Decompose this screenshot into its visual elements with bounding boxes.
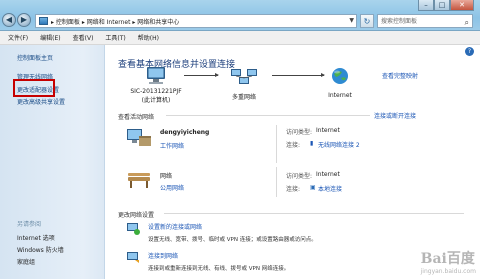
view-full-map-link[interactable]: 查看完整映射: [382, 71, 418, 80]
network-type-2-link[interactable]: 公用网络: [160, 183, 184, 192]
globe-icon: [332, 68, 348, 84]
computer-icon: [147, 67, 165, 84]
chevron-down-icon[interactable]: ▼: [349, 17, 354, 24]
search-placeholder: 搜索控制面板: [381, 18, 418, 25]
address-bar[interactable]: ▸ 控制面板 ▸ 网络和 Internet ▸ 网络和共享中心 ▼: [35, 14, 357, 28]
sidebar-item-advanced-sharing[interactable]: 更改高级共享设置: [17, 97, 65, 106]
connect-to-network-link[interactable]: 连接到网络: [148, 251, 178, 260]
connection-link-2[interactable]: 本地连接: [318, 184, 342, 193]
maximize-button[interactable]: □: [434, 0, 450, 11]
watermark-brand: Bai百度: [420, 251, 475, 267]
wifi-signal-icon: ▮: [310, 140, 314, 147]
highlight-box: [13, 79, 55, 97]
access-type-value-2: Internet: [316, 171, 340, 178]
network-name: 多重网络: [231, 94, 256, 101]
change-settings-heading: 更改网络设置: [118, 212, 155, 219]
minimize-button[interactable]: –: [418, 0, 434, 11]
public-network-icon[interactable]: [126, 169, 152, 191]
setup-connection-desc: 设置无线、宽带、拨号、临时或 VPN 连接；或设置路由器或访问点。: [148, 237, 317, 243]
window-controls: – □ ✕: [418, 0, 474, 11]
menu-help[interactable]: 帮助(H): [138, 33, 159, 42]
connection-link-1[interactable]: 无线网络连接 2: [318, 140, 360, 149]
watermark-url: jingyan.baidu.com: [420, 268, 476, 275]
help-icon[interactable]: ?: [465, 47, 474, 56]
back-button[interactable]: ◀: [2, 13, 16, 27]
see-also-heading: 另请参阅: [17, 221, 42, 228]
title-bar: – □ ✕ ◀ ▶ ▸ 控制面板 ▸ 网络和 Internet ▸ 网络和共享中…: [0, 0, 480, 31]
network-type-1-link[interactable]: 工作网络: [160, 141, 184, 150]
new-connection-icon: [127, 223, 140, 235]
see-also-internet-options[interactable]: Internet 选项: [17, 233, 55, 242]
active-networks-heading: 查看活动网络: [118, 114, 155, 121]
network-sharing-center-window: – □ ✕ ◀ ▶ ▸ 控制面板 ▸ 网络和 Internet ▸ 网络和共享中…: [0, 0, 480, 279]
menu-file[interactable]: 文件(F): [8, 33, 28, 42]
baidu-watermark: Bai百度 jingyan.baidu.com: [421, 248, 476, 275]
menu-view[interactable]: 查看(V): [73, 33, 94, 42]
sidebar: 控制面板主页 管理无线网络 更改适配器设置 更改高级共享设置 另请参阅 Inte…: [0, 45, 105, 279]
network-name-2: 网络: [160, 173, 173, 180]
work-network-icon[interactable]: [126, 127, 152, 149]
sidebar-item-home[interactable]: 控制面板主页: [17, 53, 53, 62]
divider: [164, 213, 464, 214]
see-also-firewall[interactable]: Windows 防火墙: [17, 245, 64, 254]
connection-label-1: 连接:: [286, 142, 301, 149]
access-type-label-1: 访问类型:: [286, 129, 313, 136]
computer-name: SIC-20131221PJF: [130, 88, 182, 95]
connection-label-2: 连接:: [286, 186, 301, 193]
ethernet-icon: ▣: [310, 184, 316, 191]
close-button[interactable]: ✕: [450, 0, 474, 11]
multiple-networks-icon: [231, 69, 257, 84]
address-path: ▸ 控制面板 ▸ 网络和 Internet ▸ 网络和共享中心: [51, 18, 180, 26]
network-node: 多重网络: [218, 66, 270, 101]
access-type-value-1: Internet: [316, 127, 340, 134]
computer-node: SIC-20131221PJF (此计算机): [116, 66, 196, 104]
main-panel: ? 查看基本网络信息并设置连接 查看完整映射 SIC-20131221PJF (…: [106, 45, 480, 279]
internet-node: Internet: [320, 66, 360, 99]
menu-edit[interactable]: 编辑(E): [40, 33, 60, 42]
menu-tools[interactable]: 工具(T): [105, 33, 125, 42]
setup-connection-link[interactable]: 设置新的连接或网络: [148, 222, 202, 231]
search-input[interactable]: 搜索控制面板 ⌕: [377, 14, 473, 28]
see-also-homegroup[interactable]: 家庭组: [17, 257, 35, 266]
connect-disconnect-link[interactable]: 连接或断开连接: [374, 111, 416, 120]
divider: [276, 125, 277, 163]
forward-button[interactable]: ▶: [17, 13, 31, 27]
connect-to-network-desc: 连接到或重新连接到无线、有线、拨号或 VPN 网络连接。: [148, 266, 290, 272]
connect-network-icon: [127, 252, 139, 263]
internet-name: Internet: [328, 92, 352, 99]
search-icon: ⌕: [464, 18, 469, 27]
menu-bar: 文件(F) 编辑(E) 查看(V) 工具(T) 帮助(H): [0, 31, 480, 45]
map-arrow: [184, 73, 219, 77]
divider: [276, 167, 277, 197]
network-name-1: dengyiyicheng: [160, 129, 210, 136]
refresh-button[interactable]: ↻: [360, 14, 374, 28]
access-type-label-2: 访问类型:: [286, 173, 313, 180]
map-arrow: [272, 73, 325, 77]
divider: [166, 115, 370, 116]
computer-sub: (此计算机): [141, 97, 171, 104]
control-panel-icon: [39, 17, 48, 25]
